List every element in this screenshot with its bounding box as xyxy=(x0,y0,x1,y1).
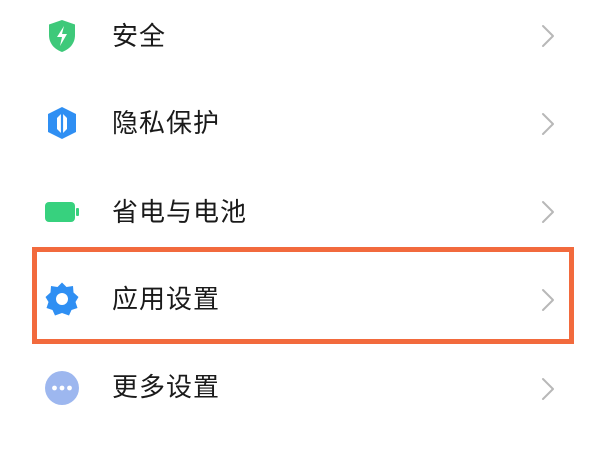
settings-item-more-settings[interactable]: 更多设置 xyxy=(0,343,600,431)
chevron-right-icon xyxy=(540,199,556,225)
settings-item-label: 省电与电池 xyxy=(112,198,248,228)
chevron-right-icon xyxy=(540,287,556,313)
chevron-right-icon xyxy=(540,23,556,49)
chevron-right-icon xyxy=(540,376,556,402)
settings-item-privacy[interactable]: 隐私保护 xyxy=(0,81,600,169)
settings-item-security[interactable]: 安全 xyxy=(0,0,600,88)
shield-bolt-icon xyxy=(44,18,80,54)
settings-item-app-settings[interactable]: 应用设置 xyxy=(0,255,600,343)
settings-item-label: 应用设置 xyxy=(112,285,221,315)
settings-item-battery[interactable]: 省电与电池 xyxy=(0,168,600,256)
settings-list: 安全 隐私保护 省电与电池 应用设置 更多设置 xyxy=(0,0,600,450)
more-dots-icon xyxy=(44,370,80,406)
settings-item-label: 安全 xyxy=(112,22,167,52)
chevron-right-icon xyxy=(540,111,556,137)
settings-item-label: 更多设置 xyxy=(112,373,221,403)
gear-icon xyxy=(44,281,80,317)
settings-item-label: 隐私保护 xyxy=(112,109,221,139)
battery-icon xyxy=(44,194,80,230)
privacy-shield-icon xyxy=(44,105,80,141)
